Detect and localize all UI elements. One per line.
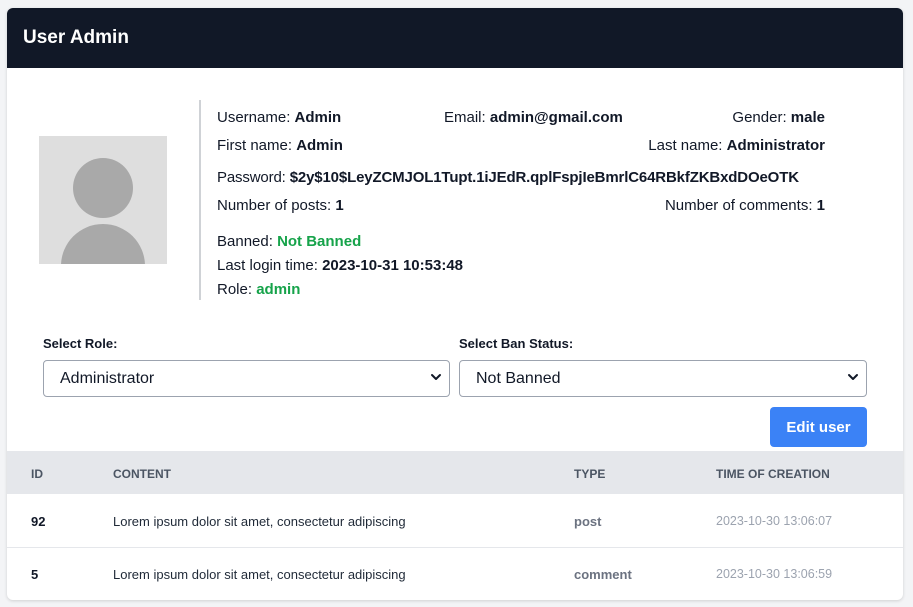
column-header-time: TIME OF CREATION <box>716 467 830 481</box>
comments-value: 1 <box>816 197 825 214</box>
password-field: Password: $2y$10$LeyZCMJOL1Tupt.1iJEdR.q… <box>217 169 799 186</box>
email-label: Email: <box>444 109 486 126</box>
row-time: 2023-10-30 13:06:59 <box>716 567 833 581</box>
column-header-id: ID <box>31 467 43 481</box>
email-value: admin@gmail.com <box>489 109 623 126</box>
password-value: $2y$10$LeyZCMJOL1Tupt.1iJEdR.qplFspjIeBm… <box>289 169 799 186</box>
role-select[interactable]: Administrator <box>43 360 450 397</box>
last-login-field: Last login time: 2023-10-31 10:53:48 <box>217 257 463 274</box>
username-value: Admin <box>294 109 342 126</box>
last-login-value: 2023-10-31 10:53:48 <box>322 257 464 274</box>
posts-value: 1 <box>335 197 344 214</box>
role-field: Role: admin <box>217 281 300 298</box>
select-ban-label: Select Ban Status: <box>459 336 574 351</box>
last-name-field: Last name: Administrator <box>648 137 825 154</box>
role-label: Role: <box>217 281 253 298</box>
row-content: Lorem ipsum dolor sit amet, consectetur … <box>113 567 406 582</box>
gender-label: Gender: <box>732 109 787 126</box>
column-header-content: CONTENT <box>113 467 171 481</box>
row-time: 2023-10-30 13:06:07 <box>716 514 833 528</box>
comments-count-field: Number of comments: 1 <box>665 197 825 214</box>
banned-field: Banned: Not Banned <box>217 233 361 250</box>
username-label: Username: <box>217 109 291 126</box>
row-id: 92 <box>31 514 46 529</box>
row-id: 5 <box>31 567 39 582</box>
role-value: admin <box>256 281 301 298</box>
password-label: Password: <box>217 169 286 186</box>
page-title: User Admin <box>23 27 129 48</box>
select-role-label: Select Role: <box>43 336 118 351</box>
user-admin-card: User Admin Username: Admin Email: admin@… <box>7 8 903 600</box>
last-name-value: Administrator <box>726 137 825 154</box>
gender-value: male <box>790 109 825 126</box>
role-select-value: Administrator <box>60 369 155 387</box>
row-type: comment <box>574 567 632 582</box>
ban-status-select[interactable]: Not Banned <box>459 360 867 397</box>
first-name-value: Admin <box>296 137 343 154</box>
banned-label: Banned: <box>217 233 273 250</box>
edit-user-button[interactable]: Edit user <box>770 407 867 447</box>
card-header: User Admin <box>7 8 903 68</box>
avatar <box>39 136 167 264</box>
last-name-label: Last name: <box>648 137 723 154</box>
posts-label: Number of posts: <box>217 197 332 214</box>
column-header-type: TYPE <box>574 467 606 481</box>
last-login-label: Last login time: <box>217 257 318 274</box>
posts-count-field: Number of posts: 1 <box>217 197 344 214</box>
email-field: Email: admin@gmail.com <box>444 109 623 126</box>
table-row: 92 Lorem ipsum dolor sit amet, consectet… <box>7 494 903 548</box>
user-placeholder-icon <box>61 158 145 264</box>
first-name-label: First name: <box>217 137 293 154</box>
table-header: ID CONTENT TYPE TIME OF CREATION <box>7 451 903 494</box>
chevron-down-icon <box>431 374 441 380</box>
row-content: Lorem ipsum dolor sit amet, consectetur … <box>113 514 406 529</box>
row-type: post <box>574 514 602 529</box>
comments-label: Number of comments: <box>664 197 813 214</box>
ban-select-value: Not Banned <box>476 369 561 387</box>
table-row: 5 Lorem ipsum dolor sit amet, consectetu… <box>7 547 903 600</box>
first-name-field: First name: Admin <box>217 137 343 154</box>
gender-field: Gender: male <box>732 109 825 126</box>
profile-divider <box>199 100 201 300</box>
banned-value: Not Banned <box>277 233 362 250</box>
username-field: Username: Admin <box>217 109 341 126</box>
chevron-down-icon <box>848 374 858 380</box>
